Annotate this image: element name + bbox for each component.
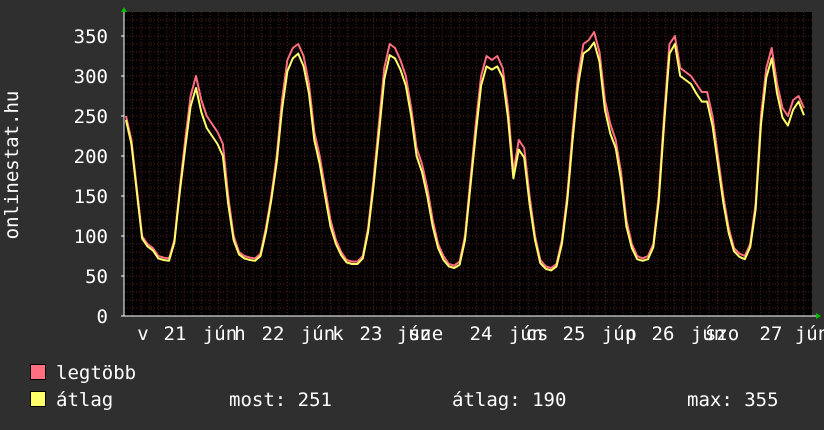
y-axis-ticks: 0 50 100 150 200 250 300 350 xyxy=(74,26,124,328)
x-tick-label: 24 xyxy=(470,323,493,345)
legend-swatch-max xyxy=(30,364,46,380)
legend-label-avg: átlag xyxy=(56,389,114,411)
y-tick-label: 50 xyxy=(85,266,108,288)
stat-average: átlag: 190 xyxy=(452,389,567,411)
x-tick-label: 27 xyxy=(760,323,783,345)
x-tick-label: 25 xyxy=(563,323,586,345)
x-tick-label: v xyxy=(137,323,148,345)
y-tick-label: 0 xyxy=(97,306,108,328)
y-tick-label: 100 xyxy=(74,226,108,248)
y-axis-arrow xyxy=(121,7,127,12)
x-axis-arrow xyxy=(816,313,821,319)
x-tick-label: jún xyxy=(795,323,824,345)
x-tick-label: k xyxy=(332,323,344,345)
y-tick-label: 350 xyxy=(74,26,108,48)
x-tick-label: jún xyxy=(203,323,237,345)
x-tick-label: 21 xyxy=(164,323,187,345)
legend-label-max: legtöbb xyxy=(56,362,137,384)
stat-current: most: 251 xyxy=(229,389,332,411)
legend-item-max: legtöbb xyxy=(30,362,136,384)
x-tick-label: jún xyxy=(301,323,335,345)
x-tick-label: sze xyxy=(409,323,443,345)
y-tick-label: 200 xyxy=(74,146,108,168)
stat-maximum: max: 355 xyxy=(687,389,779,411)
x-tick-label: 26 xyxy=(652,323,675,345)
y-axis-label: onlinestat.hu xyxy=(1,90,23,240)
y-tick-label: 300 xyxy=(74,66,108,88)
legend-swatch-avg xyxy=(30,391,46,407)
x-tick-label: cs xyxy=(526,323,549,345)
x-axis-ticks: v 21 júnh 22 júnk 23 júnsze 24 júncs 25 júnp 26 júns… xyxy=(137,323,824,345)
x-tick-label: 22 xyxy=(262,323,285,345)
y-tick-label: 150 xyxy=(74,186,108,208)
x-tick-label: p xyxy=(625,323,636,345)
x-tick-label: szo xyxy=(705,323,739,345)
legend-item-avg: átlag xyxy=(30,389,113,411)
y-tick-label: 250 xyxy=(74,106,108,128)
x-tick-label: h xyxy=(234,323,245,345)
x-tick-label: 23 xyxy=(360,323,383,345)
